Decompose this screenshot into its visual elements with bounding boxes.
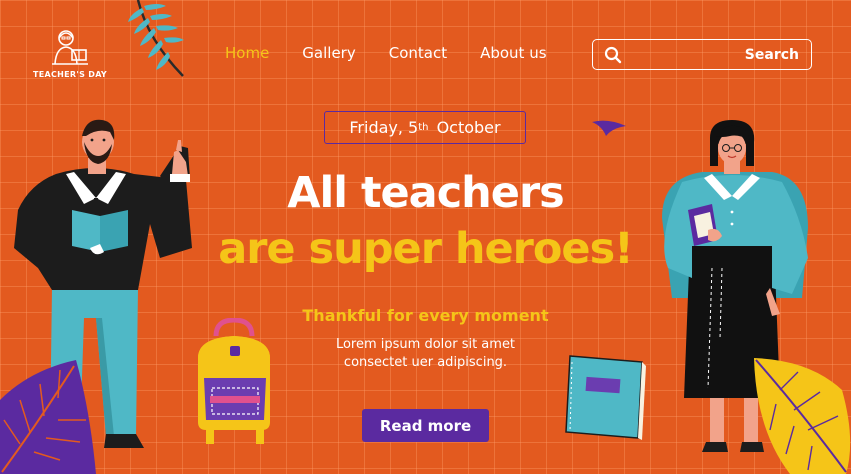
bird-decoration [592,120,626,136]
backpack-illustration [198,318,270,444]
date-prefix: Friday, 5 [349,118,419,137]
landing-page: TEACHER'S DAY Home Gallery Contact About… [0,0,851,474]
teacher-logo-icon [52,30,88,65]
leaf-bottom-left-decoration [0,360,96,474]
date-suffix: th [418,122,429,133]
search-icon[interactable] [604,46,622,64]
leaf-top-decoration [128,0,184,77]
date-month: October [431,118,501,137]
book-illustration [565,355,646,440]
nav-item-gallery[interactable]: Gallery [302,44,355,62]
nav-item-home[interactable]: Home [225,44,269,62]
nav-item-contact[interactable]: Contact [389,44,447,62]
date-badge: Friday, 5th October [324,111,526,144]
search-label[interactable]: Search [745,47,799,63]
main-nav: Home Gallery Contact About us [225,44,547,62]
search-box[interactable]: Search [592,39,812,70]
leaf-bottom-right-decoration [754,358,851,474]
logo-text: TEACHER'S DAY [32,70,108,79]
logo[interactable]: TEACHER'S DAY [30,28,110,88]
read-more-button[interactable]: Read more [362,409,489,442]
nav-item-about-us[interactable]: About us [480,44,546,62]
